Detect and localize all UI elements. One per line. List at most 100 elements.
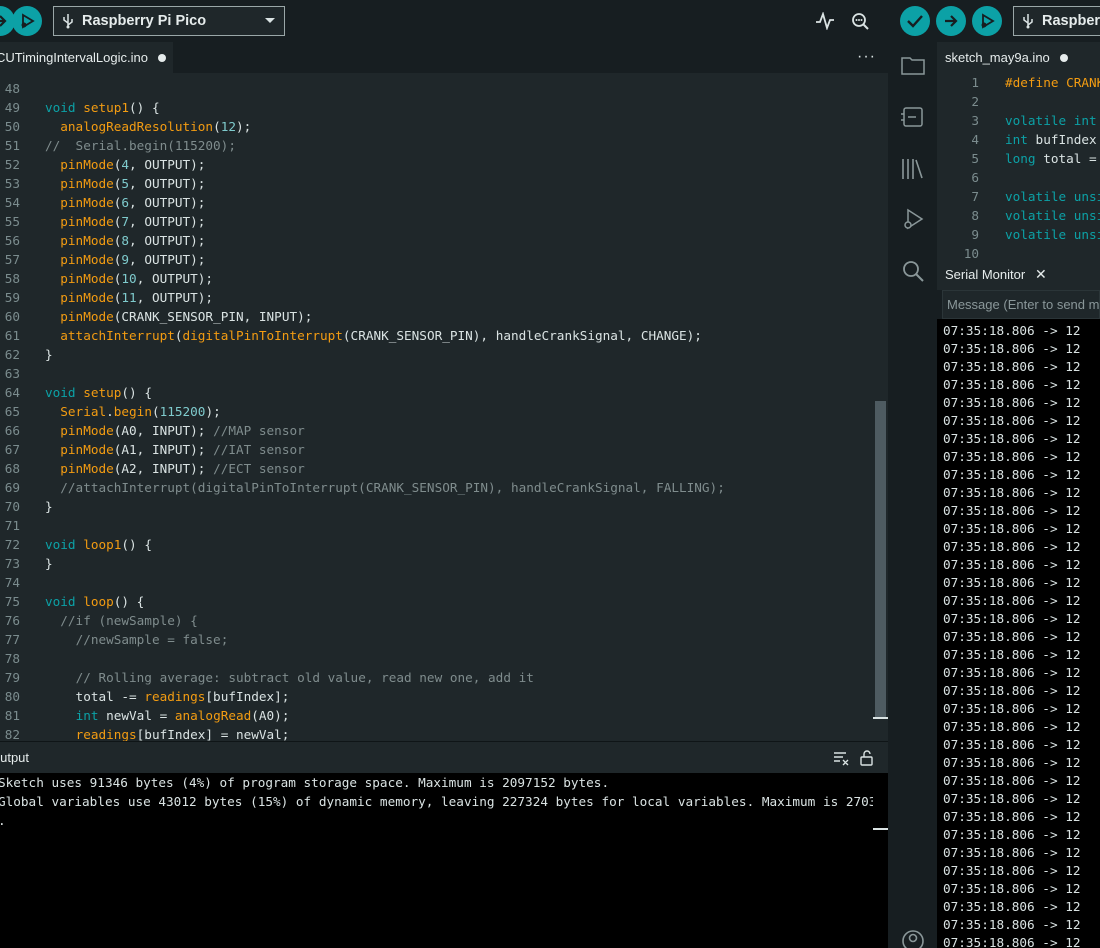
code-line[interactable]: 81 int newVal = analogRead(A0); bbox=[0, 706, 873, 725]
code-line[interactable]: 54 pinMode(6, OUTPUT); bbox=[0, 193, 873, 212]
code-line[interactable]: 1 #define CRANK_SENSOR_PIN bbox=[937, 73, 1100, 92]
code-line[interactable]: 52 pinMode(4, OUTPUT); bbox=[0, 155, 873, 174]
code-line[interactable]: 68 pinMode(A2, INPUT); //ECT sensor bbox=[0, 459, 873, 478]
more-tabs-button[interactable]: ··· bbox=[857, 48, 876, 66]
code-line[interactable]: 69 //attachInterrupt(digitalPinToInterru… bbox=[0, 478, 873, 497]
verify-button[interactable] bbox=[900, 6, 930, 36]
line-number: 4 bbox=[971, 132, 979, 147]
code-line[interactable]: 4 int bufIndex bbox=[937, 130, 1100, 149]
debug-play-icon bbox=[21, 13, 35, 29]
main-toolbar: Raspberry Pi Pico bbox=[0, 0, 888, 42]
debug-button[interactable] bbox=[12, 6, 42, 36]
code-line[interactable]: 8 volatile unsigned bbox=[937, 206, 1100, 225]
code-line[interactable]: 49 void setup1() { bbox=[0, 98, 873, 117]
code-line[interactable]: 58 pinMode(10, OUTPUT); bbox=[0, 269, 873, 288]
code-line[interactable]: 72 void loop1() { bbox=[0, 535, 873, 554]
code-line[interactable]: 61 attachInterrupt(digitalPinToInterrupt… bbox=[0, 326, 873, 345]
activity-sidebar bbox=[890, 42, 937, 948]
clear-output-icon[interactable] bbox=[833, 750, 849, 766]
tab-file[interactable]: CUTimingIntervalLogic.ino bbox=[0, 42, 173, 73]
code-line[interactable]: 63 bbox=[0, 364, 873, 383]
code-line[interactable]: 75 void loop() { bbox=[0, 592, 873, 611]
code-editor[interactable]: 48 49 void setup1() {50 analogReadResoluti… bbox=[0, 73, 873, 741]
code-line[interactable]: 9 volatile unsigned bbox=[937, 225, 1100, 244]
scrollbar-thumb[interactable] bbox=[875, 401, 886, 719]
code-editor-2[interactable]: 1 #define CRANK_SENSOR_PIN 2 3 volatile int 4… bbox=[937, 73, 1100, 258]
code-line[interactable]: 57 pinMode(9, OUTPUT); bbox=[0, 250, 873, 269]
folder-icon[interactable] bbox=[900, 52, 926, 78]
tab-file-2[interactable]: sketch_may9a.ino bbox=[937, 42, 1100, 73]
code-line[interactable]: 6 bbox=[937, 168, 1100, 187]
debug-icon[interactable] bbox=[900, 206, 926, 232]
code-line[interactable]: 10 bbox=[937, 244, 1100, 258]
code-line[interactable]: 48 bbox=[0, 79, 873, 98]
code-line[interactable]: 76 //if (newSample) { bbox=[0, 611, 873, 630]
code-line[interactable]: 67 pinMode(A1, INPUT); //IAT sensor bbox=[0, 440, 873, 459]
output-line: Sketch uses 91346 bytes (4%) of program … bbox=[0, 775, 610, 790]
serial-message-input[interactable]: Message (Enter to send message) bbox=[942, 290, 1100, 319]
code-line[interactable]: 65 Serial.begin(115200); bbox=[0, 402, 873, 421]
usb-icon bbox=[1014, 13, 1042, 29]
code-line[interactable]: 77 //newSample = false; bbox=[0, 630, 873, 649]
code-line[interactable]: 2 bbox=[937, 92, 1100, 111]
code-line[interactable]: 82 readings[bufIndex] = newVal; bbox=[0, 725, 873, 741]
code-line[interactable]: 55 pinMode(7, OUTPUT); bbox=[0, 212, 873, 231]
serial-line: 07:35:18.806 -> 12 bbox=[943, 935, 1081, 948]
board-selector-2[interactable]: Raspberry Pi Pico bbox=[1013, 6, 1100, 36]
board-selector[interactable]: Raspberry Pi Pico bbox=[53, 6, 285, 36]
serial-line: 07:35:18.806 -> 12 bbox=[943, 413, 1081, 428]
line-number: 7 bbox=[971, 189, 979, 204]
output-console[interactable]: Sketch uses 91346 bytes (4%) of program … bbox=[0, 773, 873, 948]
checkmark-icon bbox=[907, 15, 923, 28]
code-line[interactable]: 56 pinMode(8, OUTPUT); bbox=[0, 231, 873, 250]
line-number: 69 bbox=[4, 480, 20, 495]
code-line[interactable]: 79 // Rolling average: subtract old valu… bbox=[0, 668, 873, 687]
code-line[interactable]: 78 bbox=[0, 649, 873, 668]
code-line[interactable]: 64 void setup() { bbox=[0, 383, 873, 402]
boards-manager-icon[interactable] bbox=[900, 104, 926, 130]
serial-monitor-tab[interactable]: Serial Monitor bbox=[945, 267, 1025, 282]
line-number: 81 bbox=[4, 708, 20, 723]
line-code: } bbox=[45, 347, 53, 362]
line-code: //attachInterrupt(digitalPinToInterrupt(… bbox=[60, 480, 725, 495]
serial-output[interactable]: 07:35:18.806 -> 12 07:35:18.806 -> 12 07:3… bbox=[937, 319, 1100, 948]
lock-open-icon[interactable] bbox=[859, 750, 875, 766]
line-number: 2 bbox=[971, 94, 979, 109]
account-icon[interactable] bbox=[900, 928, 926, 948]
serial-line: 07:35:18.806 -> 12 bbox=[943, 323, 1081, 338]
code-line[interactable]: 62} bbox=[0, 345, 873, 364]
serial-monitor-icon[interactable] bbox=[849, 10, 871, 32]
code-line[interactable]: 53 pinMode(5, OUTPUT); bbox=[0, 174, 873, 193]
code-line[interactable]: 51 // Serial.begin(115200); bbox=[0, 136, 873, 155]
line-number: 55 bbox=[4, 214, 20, 229]
serial-plotter-icon[interactable] bbox=[814, 10, 836, 32]
upload-button-2[interactable] bbox=[936, 6, 966, 36]
code-line[interactable]: 60 pinMode(CRANK_SENSOR_PIN, INPUT); bbox=[0, 307, 873, 326]
code-line[interactable]: 80 total -= readings[bufIndex]; bbox=[0, 687, 873, 706]
line-code: long total = bbox=[1005, 151, 1097, 166]
board-name-2: Raspberry Pi Pico bbox=[1042, 13, 1100, 29]
close-icon[interactable]: ✕ bbox=[1035, 266, 1047, 283]
editor-scrollbar[interactable] bbox=[873, 73, 888, 741]
code-line[interactable]: 59 pinMode(11, OUTPUT); bbox=[0, 288, 873, 307]
line-number: 73 bbox=[4, 556, 20, 571]
search-icon[interactable] bbox=[900, 258, 926, 284]
code-line[interactable]: 73} bbox=[0, 554, 873, 573]
code-line[interactable]: 70} bbox=[0, 497, 873, 516]
output-scrollbar[interactable] bbox=[873, 773, 888, 948]
code-line[interactable]: 3 volatile int bbox=[937, 111, 1100, 130]
code-line[interactable]: 7 volatile unsigned bbox=[937, 187, 1100, 206]
code-line[interactable]: 74 bbox=[0, 573, 873, 592]
line-code: analogReadResolution(12); bbox=[60, 119, 252, 134]
debug-button-2[interactable] bbox=[972, 6, 1002, 36]
code-line[interactable]: 5 long total = bbox=[937, 149, 1100, 168]
code-line[interactable]: 71 bbox=[0, 516, 873, 535]
code-line[interactable]: 50 analogReadResolution(12); bbox=[0, 117, 873, 136]
line-code: volatile unsigned bbox=[1005, 208, 1100, 223]
line-number: 10 bbox=[963, 246, 979, 258]
serial-line: 07:35:18.806 -> 12 bbox=[943, 575, 1081, 590]
line-code: pinMode(11, OUTPUT); bbox=[60, 290, 214, 305]
serial-line: 07:35:18.806 -> 12 bbox=[943, 593, 1081, 608]
code-line[interactable]: 66 pinMode(A0, INPUT); //MAP sensor bbox=[0, 421, 873, 440]
library-manager-icon[interactable] bbox=[900, 156, 926, 182]
